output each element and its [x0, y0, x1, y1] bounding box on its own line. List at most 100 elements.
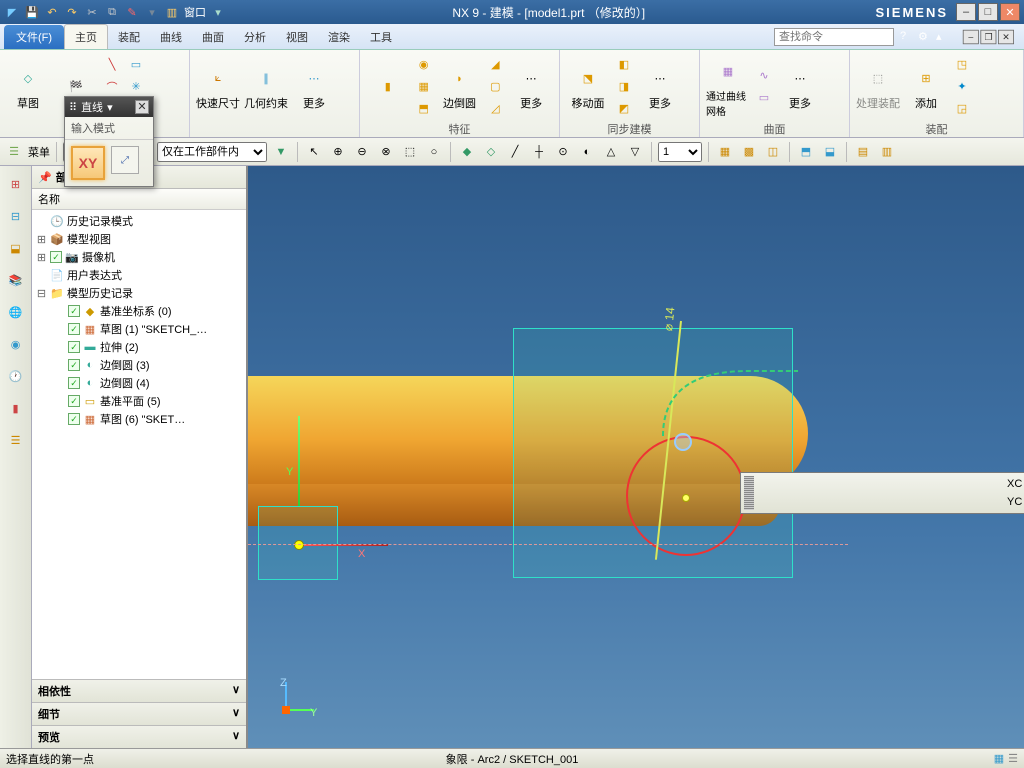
scope-filter-combo[interactable]: 仅在工作部件内 [157, 142, 267, 162]
snap8-icon[interactable]: ▽ [625, 142, 645, 162]
doc-close-button[interactable]: ✕ [998, 29, 1014, 43]
panel-grip[interactable] [744, 476, 754, 510]
extrude-button[interactable]: ▮ [366, 71, 410, 103]
maximize-button[interactable]: □ [978, 3, 998, 21]
help-icon[interactable]: ? [900, 30, 914, 44]
tree-node[interactable]: ⊞📦模型视图 [32, 230, 246, 248]
sel4-icon[interactable]: ⊗ [376, 142, 396, 162]
line-icon[interactable]: ╲ [102, 55, 122, 75]
layer-combo[interactable]: 1 [658, 142, 702, 162]
tab-analysis[interactable]: 分析 [234, 25, 276, 49]
pattern-icon[interactable]: ▦ [414, 77, 434, 97]
quick-dim-button[interactable]: ⟀快速尺寸 [196, 63, 240, 111]
reuse-tab[interactable]: 📚 [4, 268, 28, 292]
undo-icon[interactable]: ↶ [44, 4, 60, 20]
sel2-icon[interactable]: ⊕ [328, 142, 348, 162]
view1-icon[interactable]: ⬒ [796, 142, 816, 162]
assembly-nav-tab[interactable]: ⊟ [4, 204, 28, 228]
line-tool-popup[interactable]: ⠿ 直线 ▾ ✕ 输入模式 XY ⤢ [64, 96, 154, 187]
tab-tools[interactable]: 工具 [360, 25, 402, 49]
ruled-icon[interactable]: ▭ [754, 88, 774, 108]
nav-column-name[interactable]: 名称 [32, 189, 246, 210]
more-sketch-button[interactable]: ⋯更多 [292, 63, 336, 111]
menu-label[interactable]: 菜单 [28, 144, 50, 160]
draft-icon[interactable]: ◿ [485, 99, 505, 119]
window-menu-label[interactable]: 窗口 [184, 4, 206, 20]
sel1-icon[interactable]: ↖ [304, 142, 324, 162]
asm2-icon[interactable]: ✦ [952, 77, 972, 97]
tree-node[interactable]: ✓▬拉伸 (2) [32, 338, 246, 356]
snap1-icon[interactable]: ◆ [457, 142, 477, 162]
constraint-nav-tab[interactable]: ⬓ [4, 236, 28, 260]
file-menu[interactable]: 文件(F) [4, 25, 64, 49]
snap5-icon[interactable]: ⊙ [553, 142, 573, 162]
shell-icon[interactable]: ▢ [485, 77, 505, 97]
dropdown-icon[interactable]: ▾ [107, 101, 113, 114]
tree-node[interactable]: ✓▭基准平面 (5) [32, 392, 246, 410]
asm3-icon[interactable]: ◲ [952, 99, 972, 119]
edge-blend-button[interactable]: ◗边倒圆 [438, 63, 482, 111]
tree-node[interactable]: 🕒历史记录模式 [32, 212, 246, 230]
snap-marker[interactable] [674, 433, 692, 451]
tab-curve[interactable]: 曲线 [150, 25, 192, 49]
copy-icon[interactable]: ⧉ [104, 4, 120, 20]
doc-restore-button[interactable]: ❐ [980, 29, 996, 43]
vis3-icon[interactable]: ◫ [763, 142, 783, 162]
vis1-icon[interactable]: ▦ [715, 142, 735, 162]
arc-center-point[interactable] [682, 494, 690, 502]
misc1-icon[interactable]: ▤ [853, 142, 873, 162]
replace-icon[interactable]: ◩ [614, 99, 634, 119]
tree-node[interactable]: ⊟📁模型历史记录 [32, 284, 246, 302]
xy-mode-button[interactable]: XY [71, 146, 105, 180]
move-face-button[interactable]: ⬔移动面 [566, 63, 610, 111]
sel5-icon[interactable]: ⬚ [400, 142, 420, 162]
part-nav-tab[interactable]: ⊞ [4, 172, 28, 196]
clock-tab[interactable]: 🕐 [4, 364, 28, 388]
cut-icon[interactable]: ✂ [84, 4, 100, 20]
unite-icon[interactable]: ⬒ [414, 99, 434, 119]
more-surface-button[interactable]: ⋯更多 [778, 63, 822, 111]
menu-icon[interactable]: ☰ [4, 142, 24, 162]
view2-icon[interactable]: ⬓ [820, 142, 840, 162]
history-tab[interactable]: ◉ [4, 332, 28, 356]
marker-icon[interactable]: ✎ [124, 4, 140, 20]
snap6-icon[interactable]: ◐ [577, 142, 597, 162]
pin-icon[interactable]: 📌 [38, 171, 52, 184]
tree-node[interactable]: ✓◐边倒圆 (3) [32, 356, 246, 374]
ribbon-collapse-icon[interactable]: ▴ [936, 30, 950, 44]
sketch-button[interactable]: ◇草图 [6, 63, 50, 111]
web-tab[interactable]: 🌐 [4, 300, 28, 324]
tab-render[interactable]: 渲染 [318, 25, 360, 49]
tree-node[interactable]: ✓◆基准坐标系 (0) [32, 302, 246, 320]
coordinate-input-panel[interactable]: XC YC [740, 472, 1024, 514]
minimize-button[interactable]: – [956, 3, 976, 21]
mesh-surface-button[interactable]: ▦通过曲线网格 [706, 56, 750, 118]
param-mode-button[interactable]: ⤢ [111, 146, 139, 174]
roles-tab[interactable]: ▮ [4, 396, 28, 420]
tab-assembly[interactable]: 装配 [108, 25, 150, 49]
status-icon-2[interactable]: ☰ [1008, 752, 1018, 765]
graphics-viewport[interactable]: ⌀ 14 Y X XC YC Z Y [248, 166, 1024, 748]
acc-dependency[interactable]: 相依性∨ [32, 679, 246, 702]
layers-tab[interactable]: ☰ [4, 428, 28, 452]
chamfer-icon[interactable]: ◢ [485, 55, 505, 75]
filter-toggle-icon[interactable]: ▼ [271, 142, 291, 162]
close-button[interactable]: ✕ [1000, 3, 1020, 21]
sel3-icon[interactable]: ⊖ [352, 142, 372, 162]
geo-constraint-button[interactable]: ∥几何约束 [244, 63, 288, 111]
tree-node[interactable]: ✓▦草图 (6) "SKET… [32, 410, 246, 428]
sweep-icon[interactable]: ∿ [754, 66, 774, 86]
snap3-icon[interactable]: ╱ [505, 142, 525, 162]
tab-home[interactable]: 主页 [64, 24, 108, 49]
acc-preview[interactable]: 预览∨ [32, 725, 246, 748]
redo-icon[interactable]: ↷ [64, 4, 80, 20]
rect-icon[interactable]: ▭ [126, 55, 146, 75]
grip-icon[interactable]: ⠿ [69, 101, 77, 114]
doc-minimize-button[interactable]: – [963, 29, 979, 43]
tree-node[interactable]: ✓◐边倒圆 (4) [32, 374, 246, 392]
hole-icon[interactable]: ◉ [414, 55, 434, 75]
tree-node[interactable]: ⊞✓📷摄像机 [32, 248, 246, 266]
popup-close-button[interactable]: ✕ [135, 100, 149, 114]
history-tree[interactable]: 🕒历史记录模式⊞📦模型视图⊞✓📷摄像机📄用户表达式⊟📁模型历史记录✓◆基准坐标系… [32, 210, 246, 679]
settings-icon[interactable]: ⚙ [918, 30, 932, 44]
